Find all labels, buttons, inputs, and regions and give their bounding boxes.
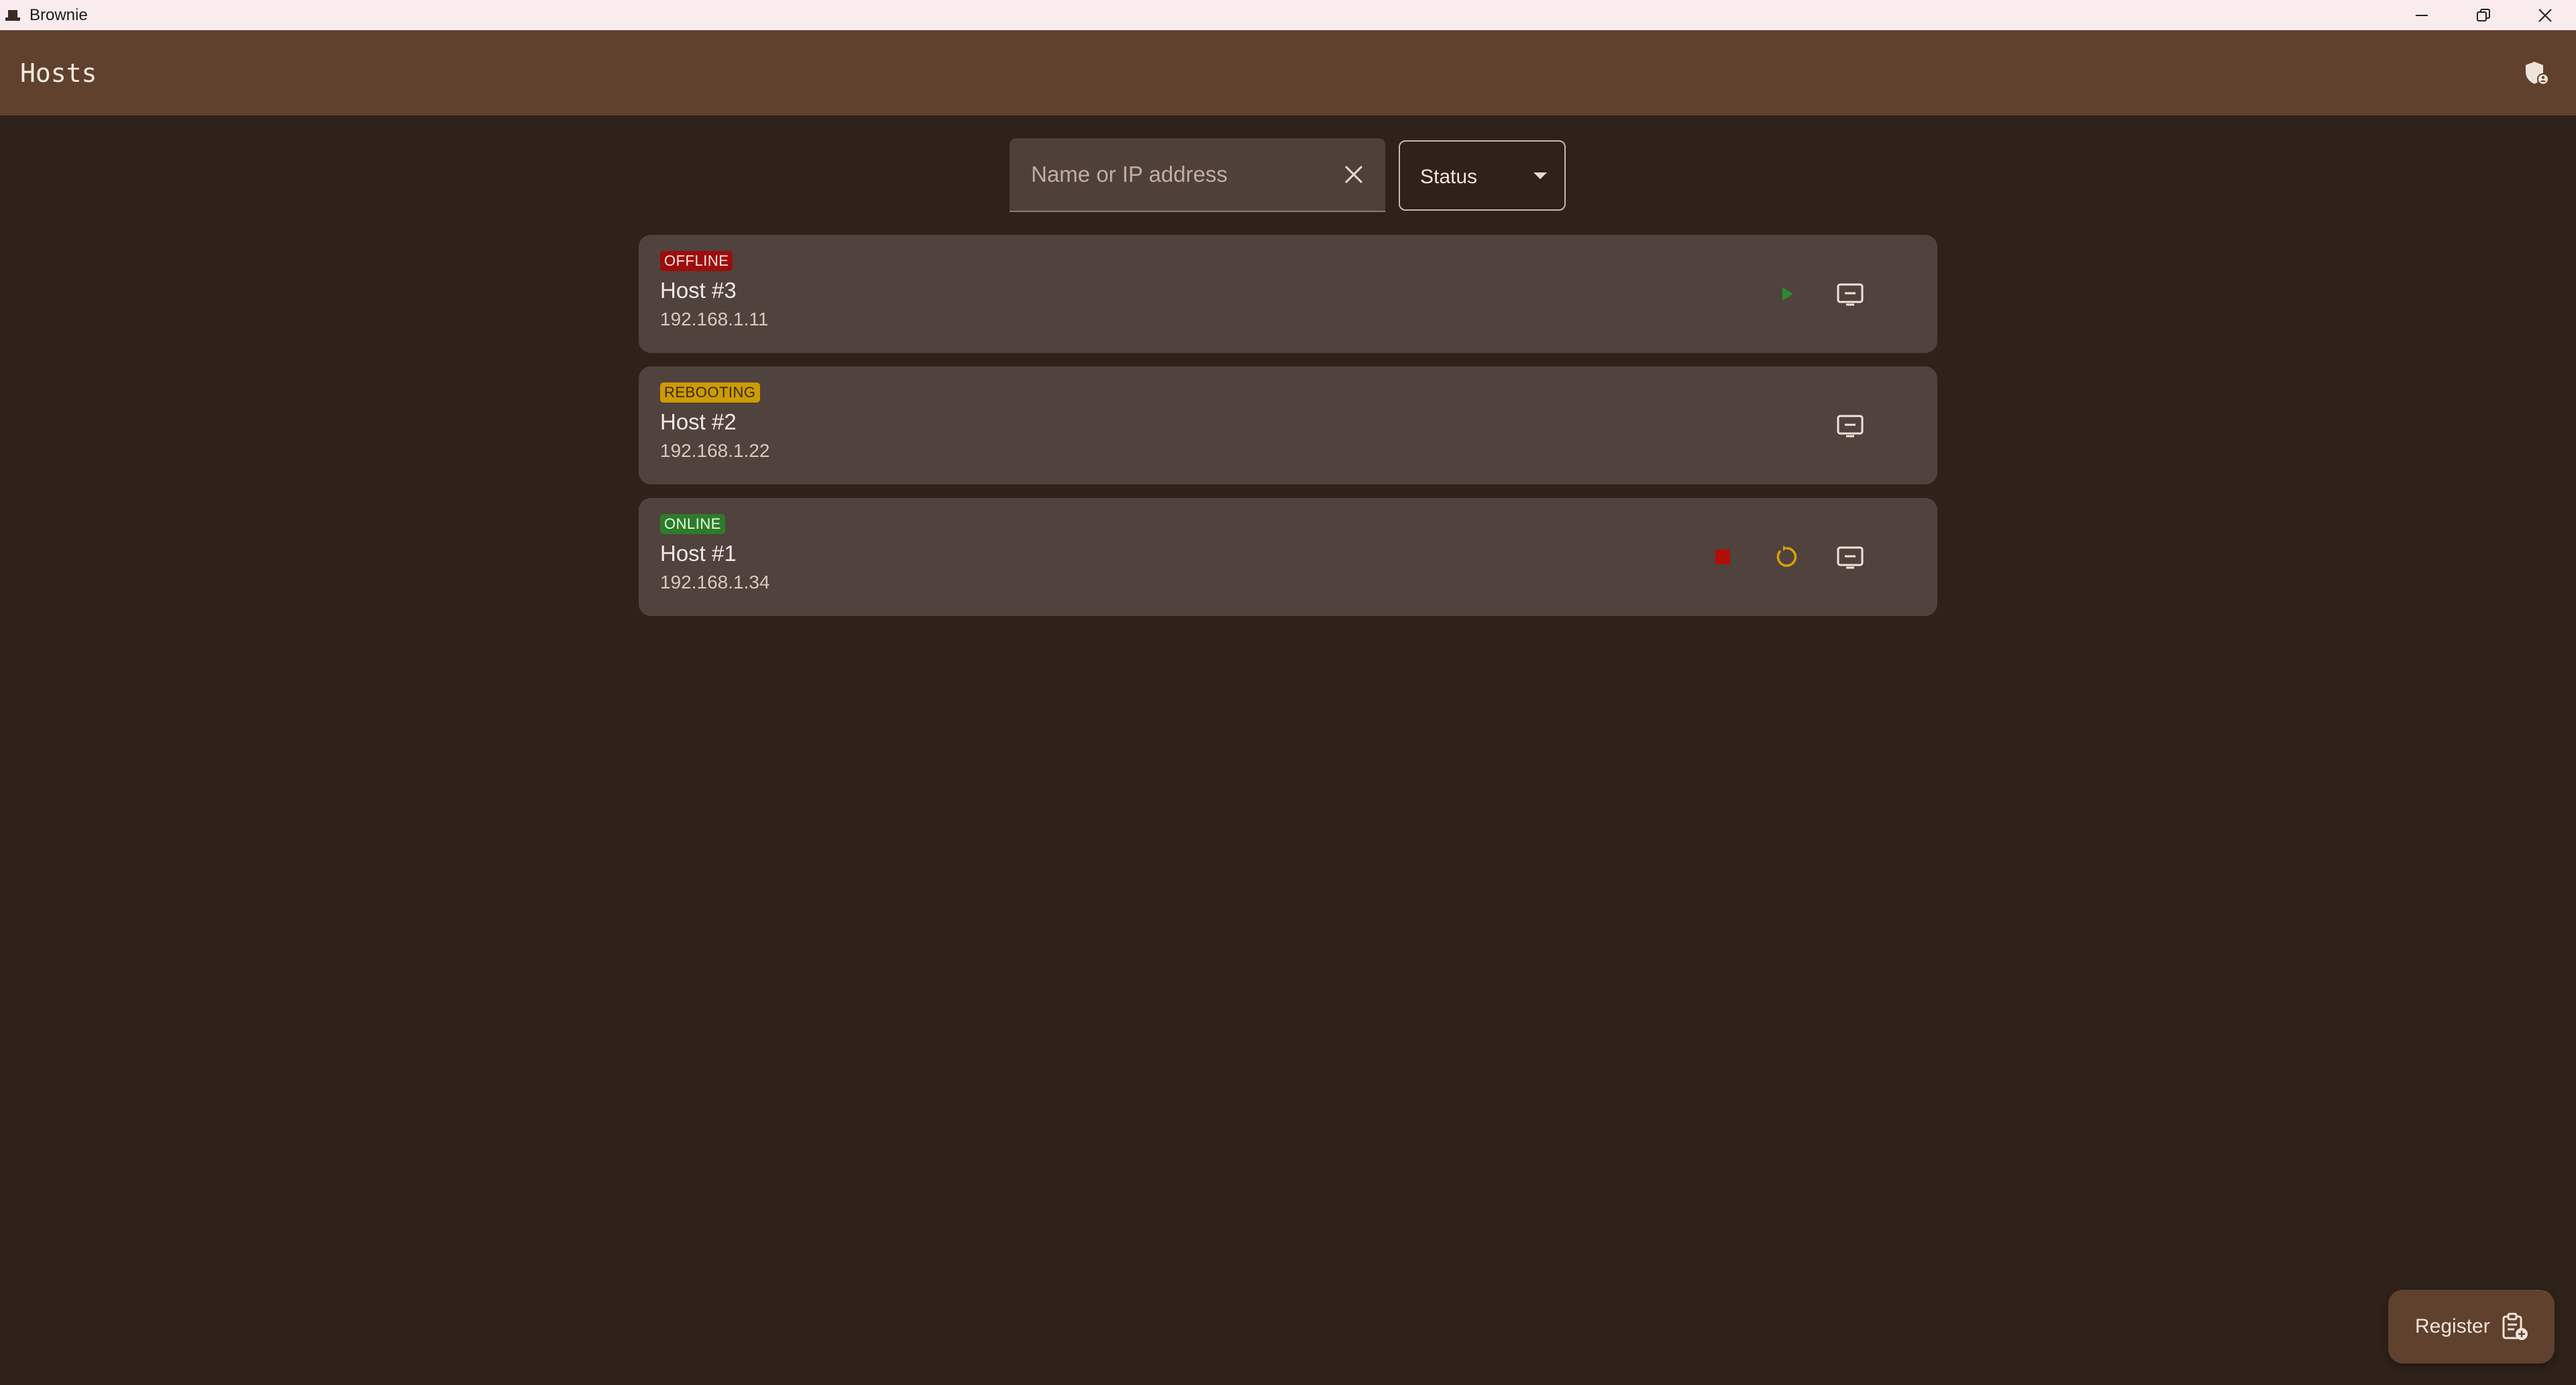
close-window-button[interactable] — [2514, 0, 2576, 30]
status-badge: ONLINE — [660, 514, 725, 534]
status-filter-dropdown[interactable]: Status — [1399, 140, 1566, 211]
remote-screen-button[interactable] — [1831, 538, 1869, 576]
restore-button[interactable] — [2453, 0, 2514, 30]
stop-icon — [1715, 550, 1730, 564]
page-title: Hosts — [20, 58, 97, 88]
restore-icon — [2477, 8, 2490, 21]
app-bar: Hosts — [0, 30, 2576, 115]
restart-icon — [1776, 546, 1797, 567]
app-hat-icon — [5, 9, 20, 21]
clear-search-button[interactable] — [1338, 159, 1369, 190]
host-ip: 192.168.1.11 — [660, 309, 769, 329]
window-title: Brownie — [30, 5, 88, 24]
status-badge: REBOOTING — [660, 382, 760, 403]
remote-screen-icon — [1837, 283, 1864, 306]
window-titlebar: Brownie — [0, 0, 2576, 30]
minimize-icon — [2416, 14, 2428, 16]
search-input[interactable] — [1031, 138, 1326, 211]
host-card: ONLINE Host #1 192.168.1.34 — [639, 498, 1937, 616]
window-controls — [2391, 0, 2576, 30]
host-name: Host #3 — [660, 278, 737, 303]
close-icon — [1344, 165, 1363, 184]
host-name: Host #1 — [660, 541, 737, 566]
register-label: Register — [2415, 1315, 2490, 1337]
restart-host-button[interactable] — [1768, 538, 1805, 576]
host-ip: 192.168.1.22 — [660, 440, 770, 461]
host-name: Host #2 — [660, 409, 737, 434]
status-filter-label: Status — [1420, 166, 1478, 188]
admin-button[interactable] — [2524, 60, 2551, 87]
host-ip: 192.168.1.34 — [660, 572, 770, 593]
register-button[interactable]: Register — [2388, 1290, 2555, 1364]
host-card: OFFLINE Host #3 192.168.1.11 — [639, 235, 1937, 353]
admin-shield-icon — [2526, 62, 2549, 85]
search-field — [1010, 138, 1385, 212]
host-card: REBOOTING Host #2 192.168.1.22 — [639, 366, 1937, 484]
start-icon — [1782, 287, 1793, 301]
remote-screen-button[interactable] — [1831, 275, 1869, 313]
status-badge: OFFLINE — [660, 251, 733, 271]
remote-screen-icon — [1837, 415, 1864, 438]
chevron-down-icon — [1534, 172, 1547, 179]
stop-host-button[interactable] — [1704, 538, 1741, 576]
remote-screen-icon — [1837, 546, 1864, 569]
remote-screen-button[interactable] — [1831, 407, 1869, 444]
start-host-button[interactable] — [1768, 275, 1805, 313]
close-icon — [2538, 8, 2552, 22]
minimize-button[interactable] — [2391, 0, 2453, 30]
register-clipboard-icon — [2502, 1313, 2528, 1340]
host-list: OFFLINE Host #3 192.168.1.11 REBOOTING H… — [639, 235, 1937, 629]
